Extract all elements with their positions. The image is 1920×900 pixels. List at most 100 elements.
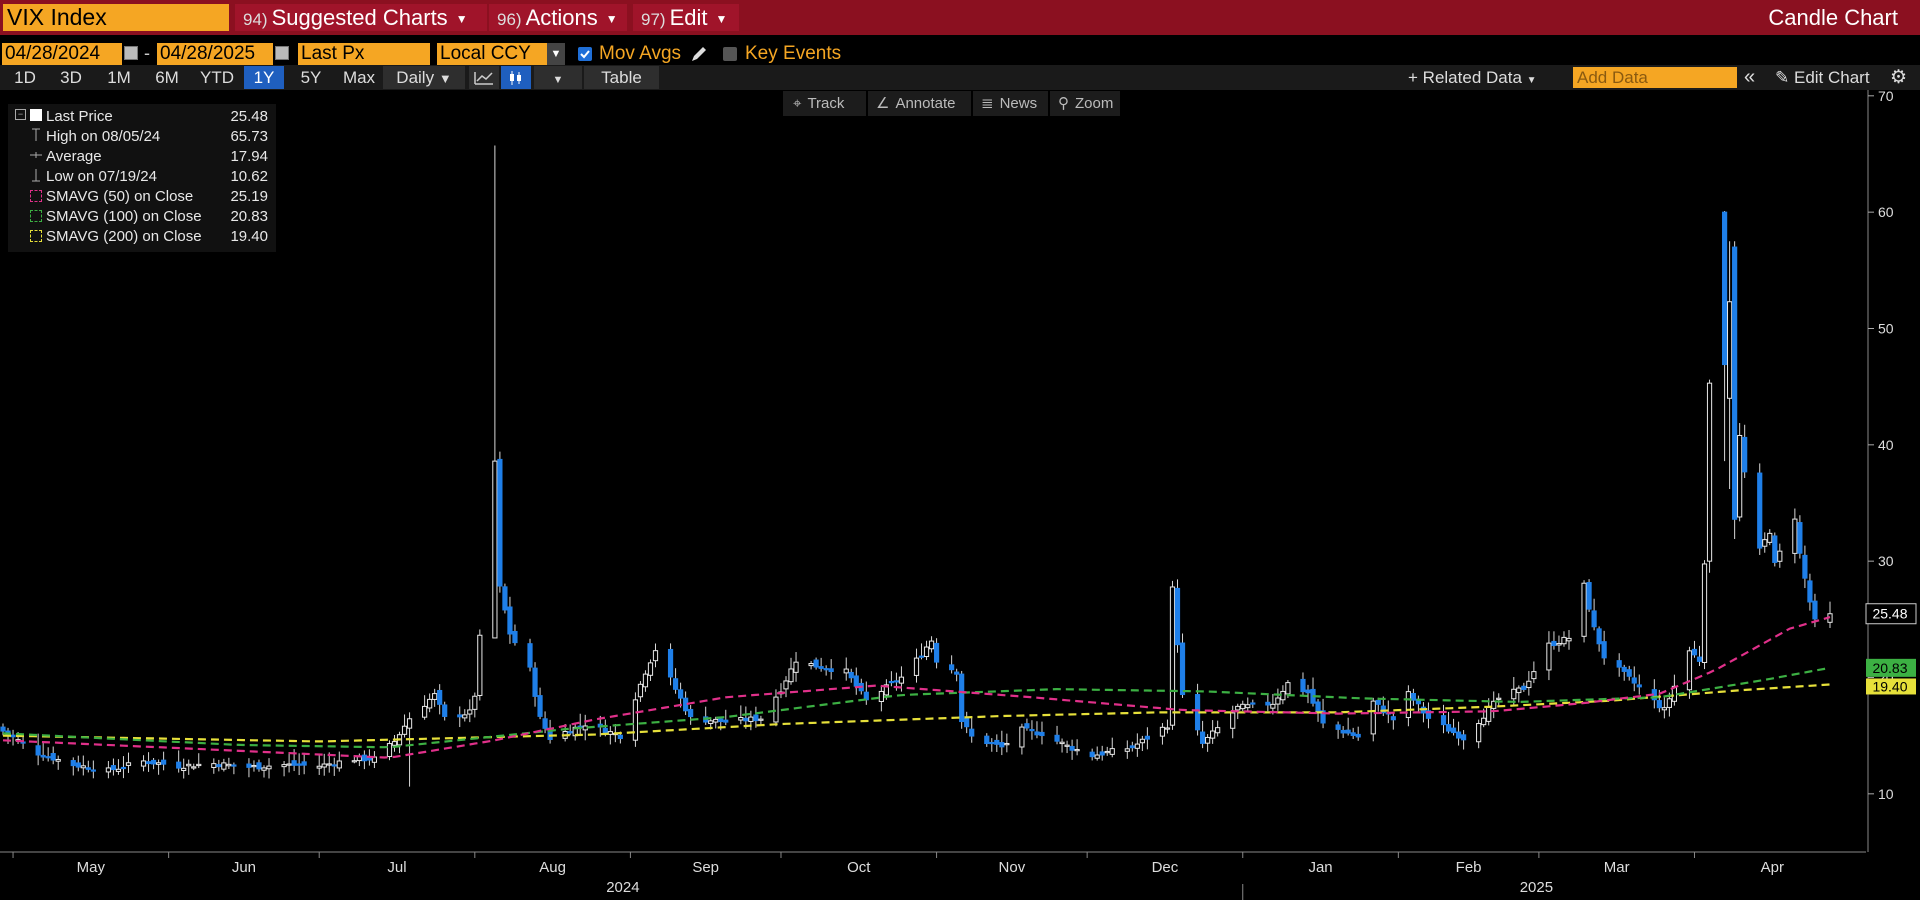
period-button-1d[interactable]: 1D [2, 66, 48, 89]
gear-icon[interactable]: ⚙ [1890, 66, 1907, 89]
candle-up [1169, 586, 1176, 726]
candle-up [708, 720, 714, 725]
candle-up [1777, 550, 1783, 562]
edit-chart-button[interactable]: ✎ Edit Chart [1775, 66, 1870, 89]
candle-down [672, 678, 679, 690]
candle-up [1556, 642, 1562, 646]
legend-value: 10.62 [230, 168, 268, 185]
price-field[interactable]: Last Px [298, 43, 430, 65]
line-chart-icon[interactable] [469, 66, 499, 89]
candle-up [1561, 636, 1567, 645]
legend-label: Average [46, 148, 102, 165]
table-button[interactable]: Table [584, 66, 659, 89]
candle-down [1721, 211, 1728, 366]
period-button-6m[interactable]: 6M [144, 66, 190, 89]
candle-down [90, 769, 96, 772]
candle-up [477, 634, 483, 696]
x-month-label: Oct [847, 859, 871, 876]
candle-down [994, 739, 1000, 745]
start-date-field[interactable]: 04/28/2024 [2, 43, 122, 65]
candle-down [677, 689, 684, 699]
candle-chart[interactable]: 10203040506070May Jun Jul Aug Sep Oct Nov Dec Ja… [0, 90, 1920, 900]
candle-down [331, 764, 337, 767]
legend-row: SMAVG (50) on Close 25.19 [8, 186, 276, 206]
period-button-ytd[interactable]: YTD [192, 66, 242, 89]
candle-up [1737, 434, 1743, 518]
annotate-label: Annotate [895, 95, 956, 112]
period-button-max[interactable]: Max [338, 66, 380, 89]
period-button-1m[interactable]: 1M [96, 66, 142, 89]
pencil-icon[interactable] [689, 44, 709, 64]
candle-up [221, 762, 227, 770]
candle-down [176, 761, 182, 769]
candle-up [55, 758, 61, 762]
candle-up [1059, 741, 1065, 745]
suggested-charts-menu[interactable]: 94) Suggested Charts ▼ [235, 4, 487, 31]
ticker-input[interactable]: VIX Index [3, 4, 229, 31]
candle-down [457, 714, 463, 718]
double-chevron-left-icon[interactable]: « [1744, 66, 1755, 89]
caret-down-icon: ▼ [1526, 75, 1537, 86]
candle-up [793, 661, 799, 673]
candle-down [361, 754, 367, 762]
candle-up [1285, 682, 1291, 695]
legend-label: SMAVG (200) on Close [46, 228, 202, 245]
period-button-3d[interactable]: 3D [48, 66, 94, 89]
legend-row: Average 17.94 [8, 146, 276, 166]
candle-down [1450, 727, 1457, 734]
legend-label: Low on 07/19/24 [46, 168, 157, 185]
news-label: News [999, 95, 1038, 112]
sma-50-line [2, 616, 1831, 759]
calendar-icon[interactable] [275, 46, 289, 60]
annotate-button[interactable]: ∠ Annotate [868, 91, 971, 116]
candle-up [928, 640, 935, 650]
key-events-checkbox[interactable] [723, 47, 737, 61]
candle-up [427, 698, 433, 709]
x-month-label: Mar [1604, 859, 1630, 876]
candle-up [281, 764, 287, 768]
candle-up [1405, 691, 1411, 719]
mov-avgs-checkbox[interactable] [578, 47, 592, 61]
x-month-label: Jun [232, 859, 256, 876]
candle-up [1666, 698, 1672, 708]
legend-row: SMAVG (200) on Close 19.40 [8, 226, 276, 246]
candle-down [1596, 628, 1602, 645]
calendar-icon[interactable] [124, 46, 138, 60]
end-date-field[interactable]: 04/28/2025 [157, 43, 273, 65]
candle-down [0, 726, 6, 732]
candle-down [818, 666, 824, 669]
zoom-label: Zoom [1075, 95, 1114, 112]
actions-menu[interactable]: 96) Actions ▼ [489, 4, 627, 31]
legend-value: 25.19 [230, 188, 268, 205]
edit-menu[interactable]: 97) Edit ▼ [633, 4, 739, 31]
candle-up [155, 762, 162, 765]
candle-down [1742, 436, 1748, 473]
currency-field[interactable]: Local CCY [437, 43, 549, 65]
add-data-input[interactable]: Add Data [1573, 67, 1737, 88]
candle-down [743, 717, 749, 722]
candle-down [688, 708, 694, 718]
legend-row: Last Price 25.48 [8, 106, 276, 126]
zoom-button[interactable]: ⚲ Zoom [1050, 91, 1120, 116]
candle-up [1767, 532, 1773, 543]
caret-down-icon: ▼ [438, 71, 452, 86]
candle-up [652, 650, 659, 662]
period-button-5y[interactable]: 5Y [288, 66, 334, 89]
frequency-dropdown[interactable]: Daily ▼ [383, 66, 465, 89]
candle-down [617, 734, 623, 739]
candle-up [773, 696, 779, 723]
candle-up [140, 760, 147, 767]
period-button-1y[interactable]: 1Y [244, 66, 284, 89]
chart-type-dropdown[interactable]: ▼ [534, 66, 582, 89]
chevron-down-icon[interactable]: ▼ [547, 43, 565, 65]
period-toolbar: 1D 3D 1M 6M YTD 1Y 5Y Max Daily ▼ ▼ Table + Rel… [0, 65, 1920, 90]
candle-up [432, 693, 438, 700]
candle-down [1812, 600, 1818, 620]
candle-up [351, 760, 357, 763]
news-button[interactable]: ≣ News [973, 91, 1048, 116]
candle-down [45, 756, 51, 759]
candle-up [1496, 697, 1502, 700]
track-button[interactable]: ⌖ Track [783, 91, 866, 116]
candle-chart-icon[interactable] [501, 66, 531, 89]
related-data-button[interactable]: + Related Data ▼ [1408, 66, 1537, 89]
